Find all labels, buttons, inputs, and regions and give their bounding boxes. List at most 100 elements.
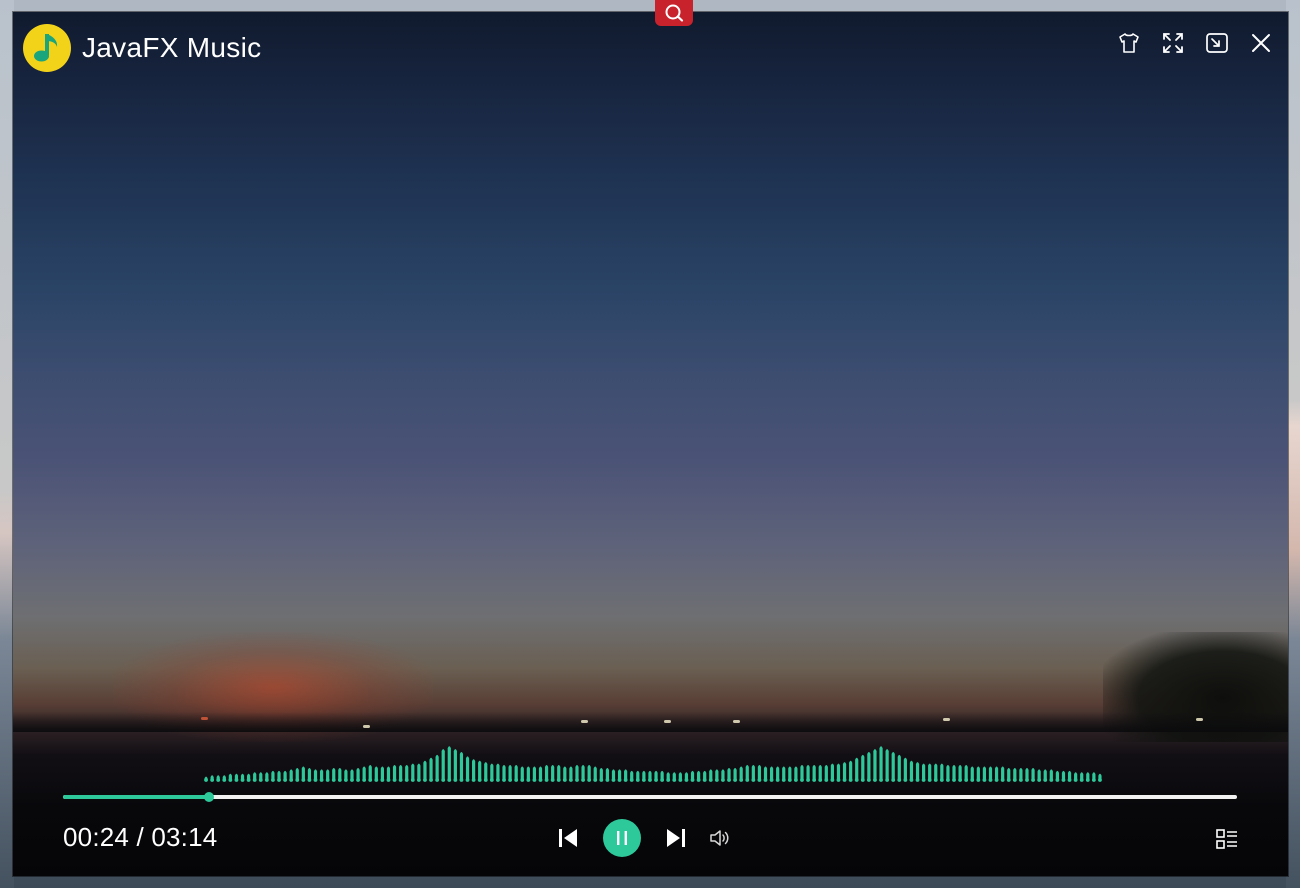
previous-button[interactable]	[553, 823, 583, 853]
spectrum-bar	[417, 763, 421, 780]
spectrum-bar	[478, 760, 482, 780]
progress-track	[63, 795, 1237, 799]
spectrum-bar-base	[532, 778, 537, 782]
spectrum-bar-base	[483, 778, 488, 782]
spectrum-bar-base	[277, 778, 281, 782]
spectrum-bar-base	[350, 778, 354, 782]
spectrum-bar	[763, 766, 768, 780]
spectrum-bar-base	[1098, 778, 1102, 782]
spectrum-bar-base	[502, 778, 506, 782]
next-button[interactable]	[661, 823, 691, 853]
spectrum-bar	[897, 754, 901, 780]
spectrum-bar-base	[556, 778, 561, 782]
spectrum-bar-base	[672, 778, 677, 782]
spectrum-bar	[739, 766, 743, 780]
spectrum-bar	[915, 762, 920, 780]
playlist-icon	[1216, 829, 1237, 849]
spectrum-bar-base	[1006, 778, 1011, 782]
spectrum-bar-base	[1031, 778, 1035, 782]
spectrum-bar-base	[313, 778, 318, 782]
spectrum-bar-base	[386, 778, 391, 782]
spectrum-bar	[441, 749, 445, 780]
spectrum-bar	[842, 762, 847, 780]
spectrum-bar-base	[593, 778, 598, 782]
spectrum-bar-base	[915, 778, 920, 782]
volume-button[interactable]	[705, 823, 735, 853]
spectrum-bar-base	[1091, 778, 1096, 782]
spectrum-bar-base	[909, 778, 914, 782]
spectrum-bar	[782, 766, 786, 780]
spectrum-bar	[958, 765, 962, 780]
search-button[interactable]	[655, 0, 693, 26]
distant-light	[581, 720, 588, 723]
time-display: 00:24 / 03:14	[63, 822, 217, 853]
spectrum-bar-base	[897, 778, 902, 782]
mini-mode-button[interactable]	[1204, 30, 1230, 56]
spectrum-bar-base	[453, 778, 458, 782]
fullscreen-button[interactable]	[1160, 30, 1186, 56]
spectrum-bar	[757, 765, 762, 780]
play-pause-button[interactable]	[603, 819, 641, 857]
spectrum-bar-base	[775, 778, 780, 782]
spectrum-bar-base	[514, 778, 519, 782]
spectrum-bar-base	[891, 778, 896, 782]
spectrum-bar	[490, 763, 494, 780]
spectrum-bar-base	[958, 778, 962, 782]
pause-icon	[617, 831, 627, 845]
spectrum-bar	[806, 765, 810, 780]
spectrum-bar	[788, 766, 792, 780]
spectrum-bar-base	[1073, 778, 1078, 782]
progress-slider[interactable]	[63, 791, 1237, 803]
spectrum-bar	[520, 766, 524, 780]
spectrum-bar-base	[295, 778, 300, 782]
spectrum-bar	[447, 746, 451, 780]
spectrum-bar-base	[538, 778, 543, 782]
spectrum-bar-base	[562, 778, 567, 782]
spectrum-bar	[922, 763, 926, 780]
spectrum-bar-base	[447, 778, 452, 782]
spectrum-bar-base	[520, 778, 525, 782]
spectrum-bar-base	[666, 778, 671, 782]
spectrum-bar-base	[1025, 778, 1029, 782]
spectrum-bar	[776, 766, 780, 780]
playlist-button[interactable]	[1214, 826, 1240, 852]
spectrum-bar-base	[441, 778, 446, 782]
spectrum-bar-base	[739, 778, 744, 782]
spectrum-bar	[745, 765, 749, 780]
titlebar: JavaFX Music	[23, 24, 261, 72]
distant-light	[201, 717, 208, 720]
spectrum-bar-base	[635, 778, 640, 782]
app-title: JavaFX Music	[82, 32, 262, 63]
spectrum-bar	[526, 766, 530, 780]
spectrum-bar	[362, 766, 366, 780]
skin-button[interactable]	[1116, 30, 1142, 56]
spectrum-bar-base	[714, 778, 719, 782]
spectrum-bar-base	[1012, 778, 1017, 782]
progress-handle[interactable]	[203, 792, 214, 802]
spectrum-bar-base	[258, 778, 263, 782]
playback-controls	[553, 818, 735, 858]
spectrum-bar-base	[611, 778, 616, 782]
spectrum-bar-base	[654, 778, 658, 782]
spectrum-bar-base	[210, 778, 215, 782]
search-icon	[665, 4, 684, 22]
spectrum-bar-base	[690, 778, 695, 782]
spectrum-bar-base	[721, 778, 725, 782]
spectrum-bar-base	[879, 778, 883, 782]
spectrum-bar-base	[939, 778, 944, 782]
spectrum-bar-base	[982, 778, 987, 782]
audio-spectrum	[204, 746, 1102, 782]
close-button[interactable]	[1248, 30, 1274, 56]
spectrum-bar-base	[368, 778, 373, 782]
spectrum-bar-base	[952, 778, 956, 782]
fullscreen-icon	[1163, 33, 1183, 53]
distant-light	[664, 720, 671, 723]
desktop-right-edge	[1286, 0, 1300, 888]
spectrum-bar-base	[325, 778, 330, 782]
music-note-icon	[34, 34, 58, 62]
spectrum-bar-base	[605, 778, 610, 782]
spectrum-bar	[472, 759, 476, 780]
spectrum-bar-base	[404, 778, 409, 782]
spectrum-bar-base	[866, 778, 871, 782]
spectrum-bar-base	[854, 778, 859, 782]
